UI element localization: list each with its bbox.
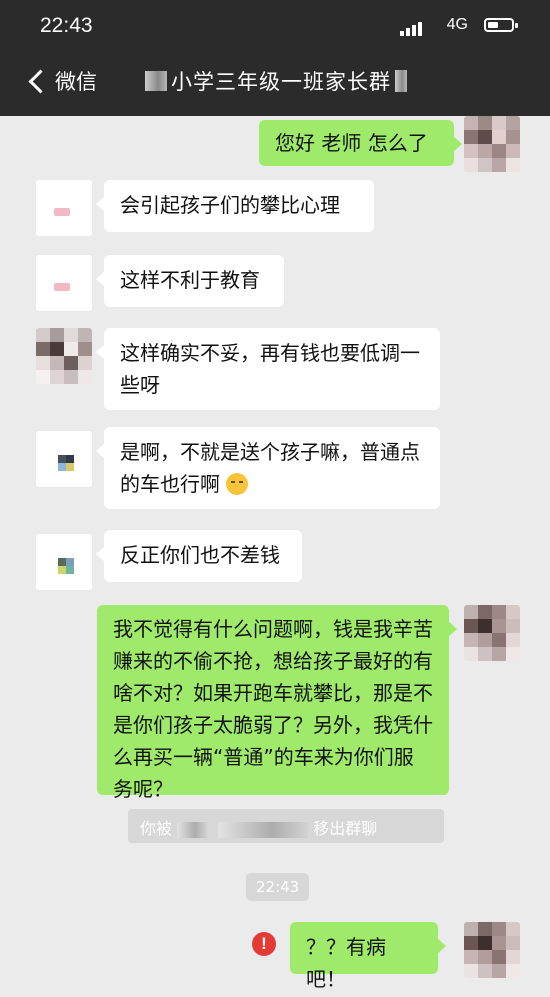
status-bar: 22:43 4G [0,0,550,52]
status-time: 22:43 [40,14,93,37]
message-bubble[interactable]: 反正你们也不差钱 [96,530,302,582]
network-type: 4G [446,16,468,33]
send-failed-icon[interactable]: ! [252,932,276,956]
member-avatar[interactable] [36,431,92,487]
redaction-block [177,821,208,838]
message-row: 是啊，不就是送个孩子嘛，普通点的车也行啊 [0,425,550,509]
message-row: 我不觉得有什么问题啊，钱是我辛苦赚来的不偷不抢，想给孩子最好的有啥不对？如果开跑… [0,603,550,801]
redaction-block [218,821,309,838]
member-avatar[interactable] [36,180,92,236]
chat-title-text: 小学三年级一班家长群 [171,70,391,94]
my-avatar[interactable] [464,922,520,978]
message-row: ! ？？有病吧！ [0,916,550,991]
notice-prefix: 你被 [140,819,173,838]
message-row: 您好 老师 怎么了 [0,112,550,172]
message-bubble[interactable]: 会引起孩子们的攀比心理 [96,180,374,232]
emoji-icon [226,472,249,495]
back-chevron-icon [28,68,53,94]
member-avatar[interactable] [36,534,92,590]
message-text: 是啊，不就是送个孩子嘛，普通点的车也行啊 [120,440,420,496]
member-avatar[interactable] [36,255,92,311]
message-row: 会引起孩子们的攀比心理 [0,178,550,238]
message-row: 这样不利于教育 [0,253,550,313]
message-bubble[interactable]: 这样不利于教育 [96,255,284,307]
chat-title[interactable]: 小学三年级一班家长群 [145,66,407,96]
message-bubble[interactable]: 这样确实不妥，再有钱也要低调一些呀 [96,328,440,410]
system-notice: 你被 移出群聊 [128,809,444,843]
notice-suffix: 移出群聊 [313,819,378,838]
back-label: 微信 [55,70,97,94]
my-avatar[interactable] [464,605,520,661]
message-row: 这样确实不妥，再有钱也要低调一些呀 [0,326,550,410]
redaction-block [145,71,167,91]
signal-icon [400,22,422,36]
message-bubble[interactable]: ？？有病吧！ [290,922,446,991]
message-bubble[interactable]: 我不觉得有什么问题啊，钱是我辛苦赚来的不偷不抢，想给孩子最好的有啥不对？如果开跑… [97,605,457,801]
timestamp: 22:43 [246,873,310,901]
my-avatar[interactable] [464,116,520,172]
message-bubble[interactable]: 是啊，不就是送个孩子嘛，普通点的车也行啊 [96,427,440,509]
top-bar: 22:43 4G 微信 小学三年级一班家长群 [0,0,550,116]
message-bubble[interactable]: 您好 老师 怎么了 [259,120,462,166]
member-avatar[interactable] [36,328,92,384]
back-button[interactable]: 微信 [26,66,97,96]
message-row: 反正你们也不差钱 [0,528,550,590]
nav-bar: 微信 小学三年级一班家长群 [0,56,550,116]
redaction-block [395,70,407,92]
battery-icon [484,18,518,32]
